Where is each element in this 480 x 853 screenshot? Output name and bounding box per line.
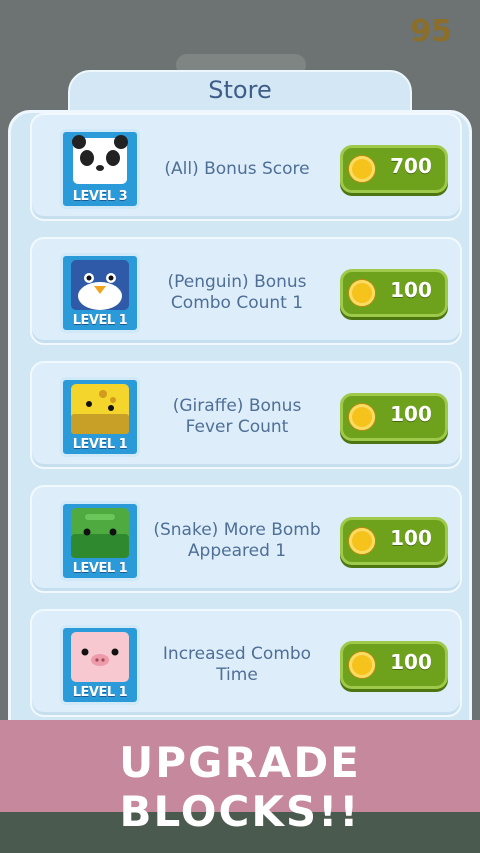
coin-icon: [349, 528, 375, 554]
price-label: 100: [390, 650, 432, 674]
coin-icon: [349, 404, 375, 430]
buy-penguin-button[interactable]: 100: [340, 269, 448, 317]
snake-block-icon: LEVEL 1: [60, 501, 140, 581]
store-item-panda: LEVEL 3 (All) Bonus Score 700: [30, 113, 462, 221]
item-level-label: LEVEL 1: [72, 685, 128, 700]
buy-snake-button[interactable]: 100: [340, 517, 448, 565]
promo-banner: UPGRADE BLOCKS!!: [0, 720, 480, 836]
buy-panda-button[interactable]: 700: [340, 145, 448, 193]
store-title: Store: [208, 76, 272, 104]
promo-banner-text: UPGRADE BLOCKS!!: [119, 738, 361, 836]
price-label: 100: [390, 402, 432, 426]
buy-pig-button[interactable]: 100: [340, 641, 448, 689]
item-level-label: LEVEL 1: [72, 561, 128, 576]
penguin-block-icon: LEVEL 1: [60, 253, 140, 333]
item-level-label: LEVEL 1: [72, 313, 128, 328]
store-item-penguin: LEVEL 1 (Penguin) Bonus Combo Count 1 10…: [30, 237, 462, 345]
item-level-label: LEVEL 1: [72, 437, 128, 452]
item-level-label: LEVEL 3: [72, 189, 128, 204]
price-label: 100: [390, 278, 432, 302]
giraffe-block-icon: LEVEL 1: [60, 377, 140, 457]
store-item-pig: LEVEL 1 Increased Combo Time 100: [30, 609, 462, 717]
store-panel: LEVEL 3 (All) Bonus Score 700 LEVEL 1 (P…: [8, 110, 472, 750]
item-description: (Snake) More Bomb Appeared 1: [153, 520, 321, 561]
pig-block-icon: LEVEL 1: [60, 625, 140, 705]
item-description: (Giraffe) Bonus Fever Count: [172, 396, 302, 437]
panda-block-icon: LEVEL 3: [60, 129, 140, 209]
store-item-giraffe: LEVEL 1 (Giraffe) Bonus Fever Count 100: [30, 361, 462, 469]
score-counter: 95: [410, 14, 452, 49]
price-label: 700: [390, 154, 432, 178]
price-label: 100: [390, 526, 432, 550]
item-description: (Penguin) Bonus Combo Count 1: [167, 272, 307, 313]
coin-icon: [349, 280, 375, 306]
coin-icon: [349, 652, 375, 678]
coin-icon: [349, 156, 375, 182]
store-item-snake: LEVEL 1 (Snake) More Bomb Appeared 1 100: [30, 485, 462, 593]
item-description: (All) Bonus Score: [164, 158, 310, 179]
item-description: Increased Combo Time: [162, 644, 312, 685]
buy-giraffe-button[interactable]: 100: [340, 393, 448, 441]
